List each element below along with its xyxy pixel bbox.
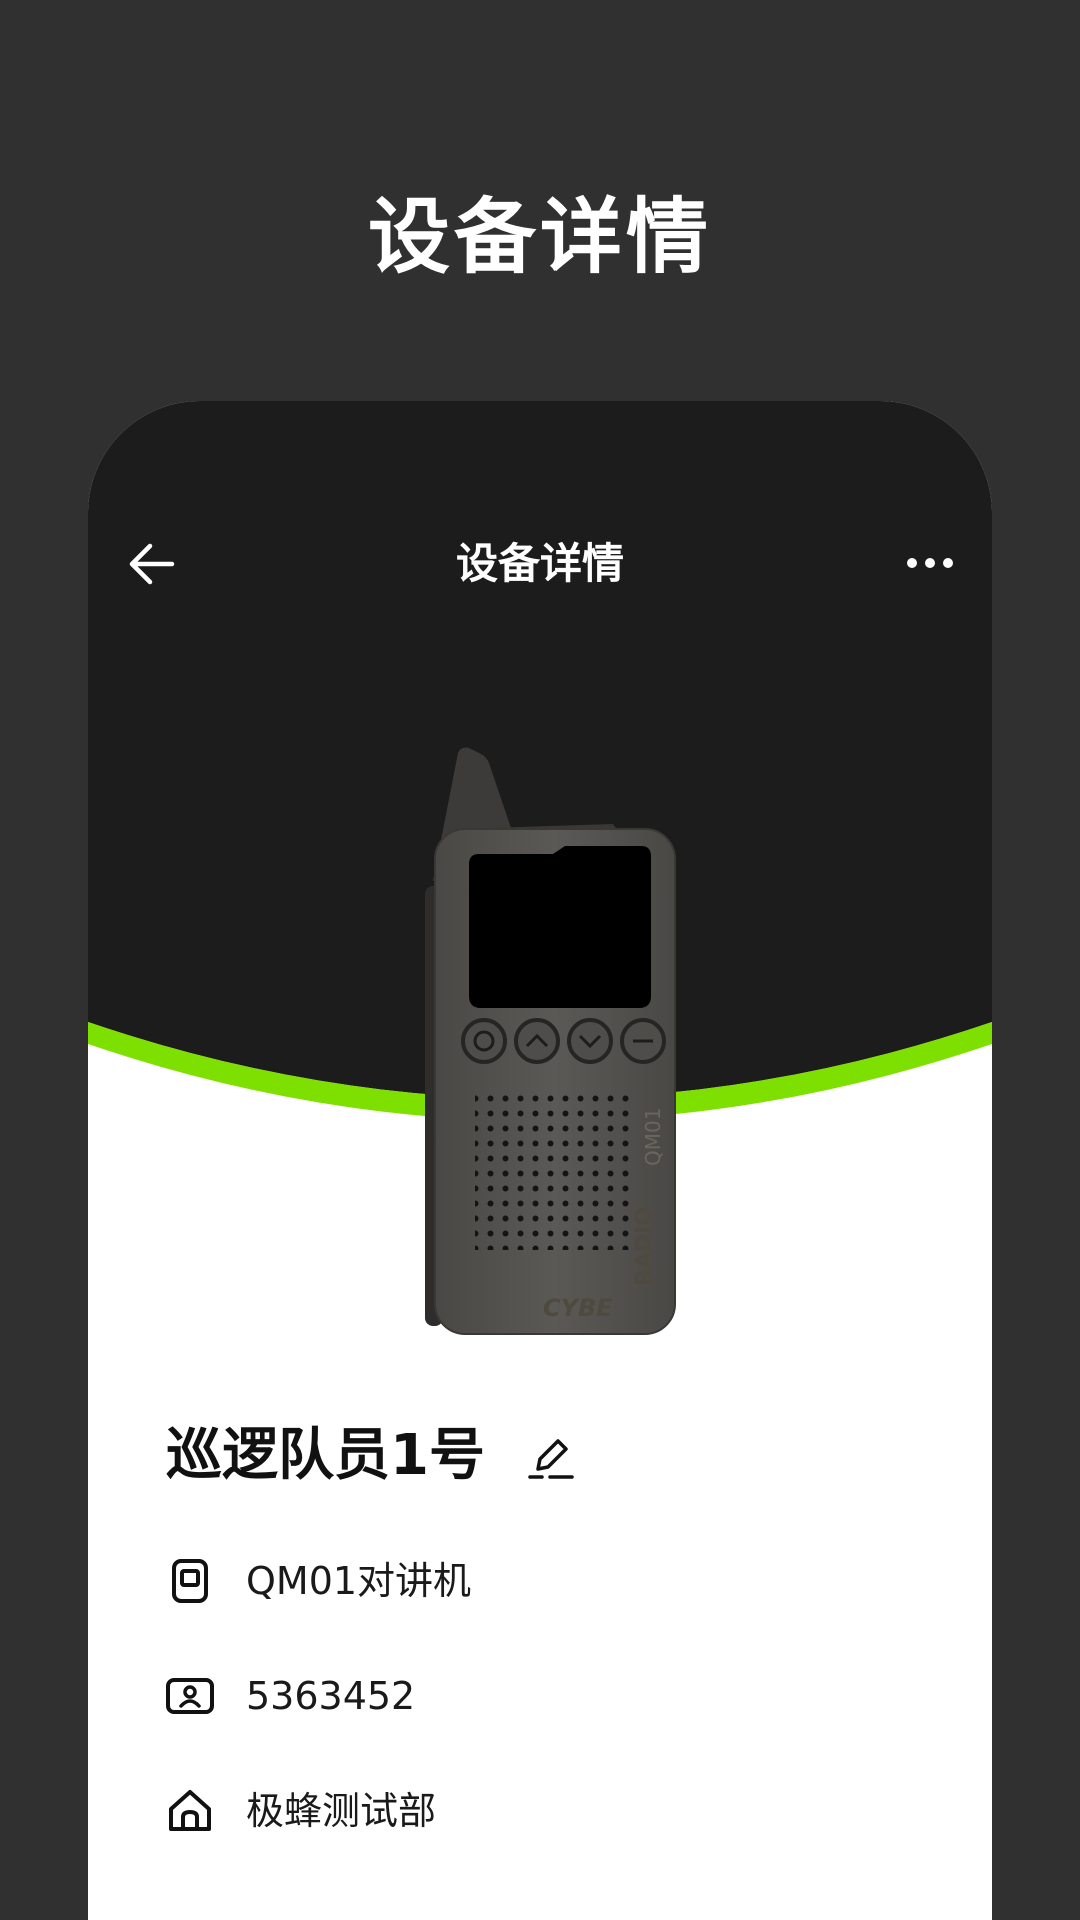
more-horizontal-icon[interactable] bbox=[906, 545, 954, 581]
nav-bar: 设备详情 bbox=[88, 519, 992, 609]
department-row: 极蜂测试部 bbox=[166, 1781, 926, 1841]
page-title: 设备详情 bbox=[367, 190, 712, 285]
device-id: 5363452 bbox=[246, 1674, 416, 1718]
walkie-talkie-image: CYBE RADIO QM01 bbox=[425, 747, 676, 1335]
svg-text:QM01: QM01 bbox=[641, 1108, 665, 1166]
id-card-icon bbox=[166, 1678, 214, 1714]
home-icon bbox=[169, 1790, 211, 1831]
svg-text:CYBE: CYBE bbox=[543, 1294, 613, 1322]
department: 极蜂测试部 bbox=[246, 1789, 437, 1833]
edit-icon[interactable] bbox=[524, 1431, 578, 1485]
device-model: QM01对讲机 bbox=[246, 1559, 472, 1603]
device-id-row: 5363452 bbox=[166, 1666, 926, 1726]
nav-title: 设备详情 bbox=[455, 539, 624, 588]
phone-screen: 设备详情 CYBE RADIO QM01 巡逻队员1号 QM01对讲机 5363… bbox=[88, 401, 992, 1920]
svg-text:RADIO: RADIO bbox=[632, 1207, 657, 1286]
device-model-row: QM01对讲机 bbox=[166, 1551, 926, 1611]
device-name: 巡逻队员1号 bbox=[166, 1423, 485, 1488]
device-icon bbox=[172, 1559, 208, 1603]
